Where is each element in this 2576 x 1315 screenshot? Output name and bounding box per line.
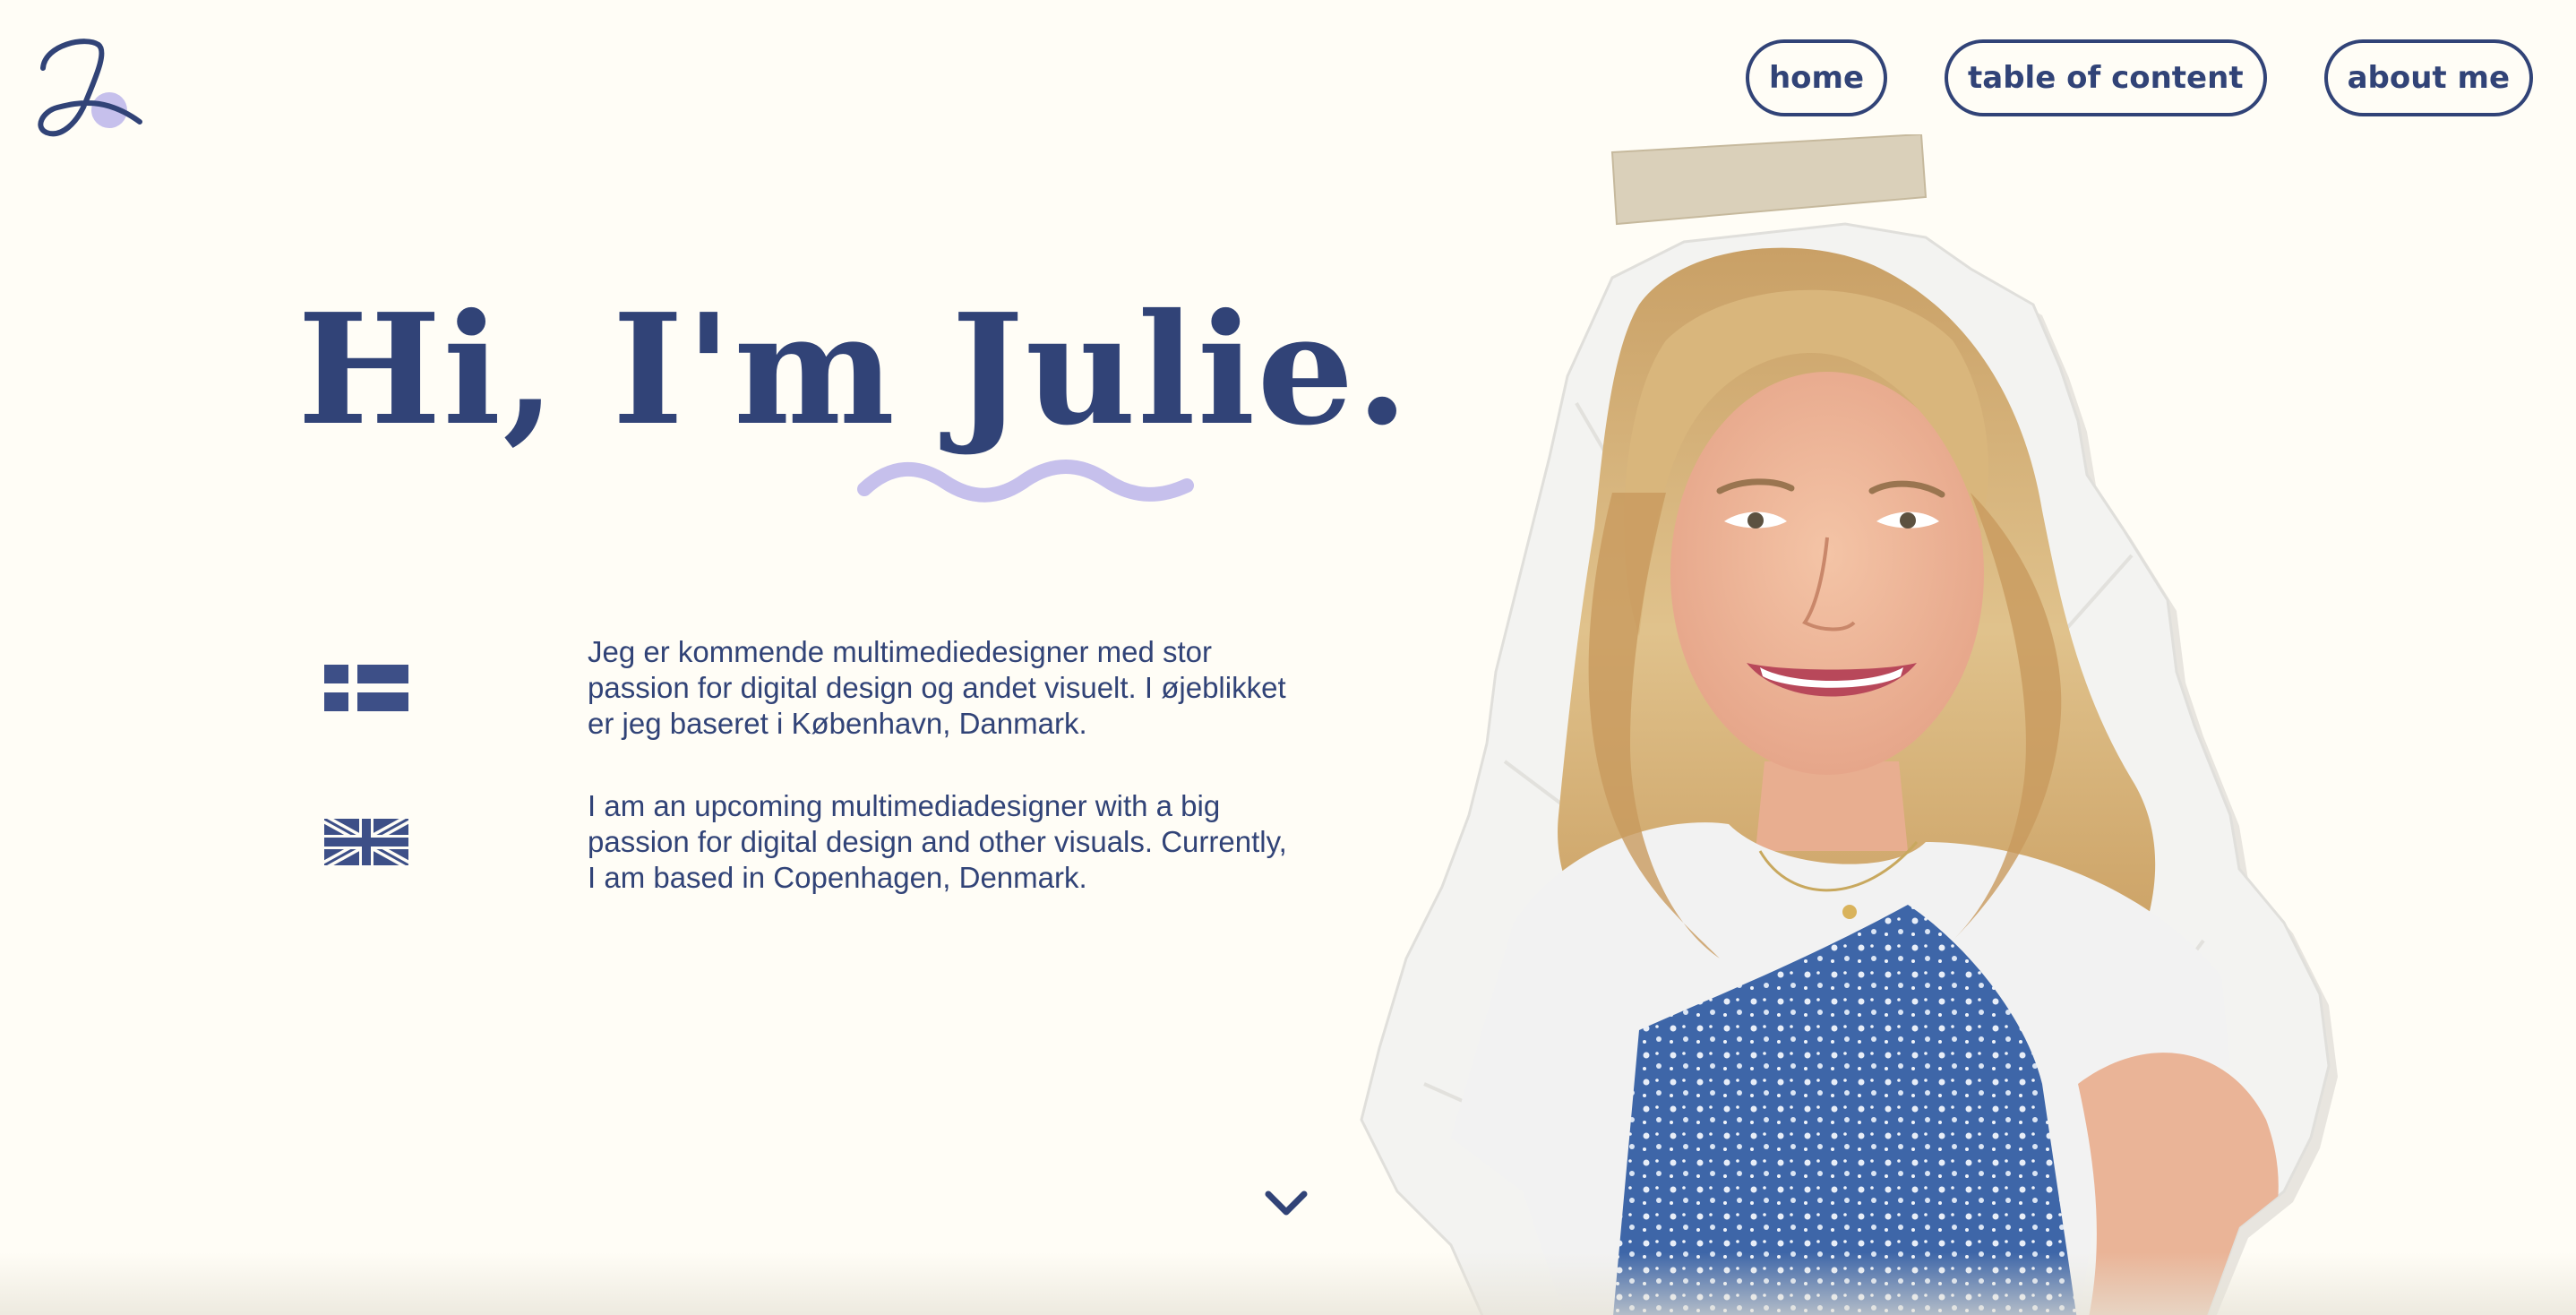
nav-home-button[interactable]: home: [1745, 39, 1888, 116]
danish-flag-icon: [324, 665, 408, 711]
uk-flag-icon: [324, 819, 408, 865]
script-j-logo-icon[interactable]: [34, 34, 150, 142]
portrait-photo-icon: [1360, 134, 2338, 1315]
chevron-down-icon[interactable]: [1263, 1187, 1309, 1219]
hero-heading: Hi, I'm Julie.: [297, 280, 1411, 460]
intro-text-danish: Jeg er kommende multimediedesigner med s…: [588, 635, 1286, 740]
page: home table of content about me Hi, I'm J…: [0, 0, 2576, 1315]
intro-english: I am an upcoming multimediadesigner with…: [324, 788, 1358, 896]
nav-table-of-content-button[interactable]: table of content: [1945, 39, 2267, 116]
main-nav: home table of content about me: [1745, 39, 2533, 116]
nav-about-me-button[interactable]: about me: [2323, 39, 2533, 116]
squiggle-underline-icon: [857, 460, 1194, 503]
intro-text-english: I am an upcoming multimediadesigner with…: [588, 789, 1287, 894]
intro-danish: Jeg er kommende multimediedesigner med s…: [324, 634, 1358, 742]
